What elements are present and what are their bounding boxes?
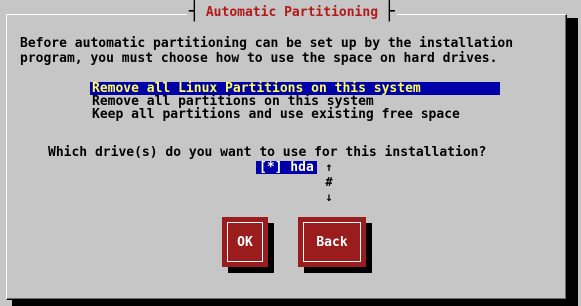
back-button[interactable]: Back — [298, 217, 366, 267]
option-keep-all-partitions[interactable]: Keep all partitions and use existing fre… — [90, 108, 500, 121]
scroll-up-arrow-icon[interactable]: ↑ — [324, 161, 334, 173]
partitioning-dialog: ┤ Automatic Partitioning ├ Before automa… — [0, 0, 581, 306]
scrollbar-thumb[interactable]: # — [324, 176, 334, 188]
title-left-bracket: ┤ — [189, 1, 200, 22]
partition-options-list[interactable]: Remove all Linux Partitions on this syst… — [90, 82, 500, 121]
ok-button-label: OK — [227, 222, 263, 262]
ok-button[interactable]: OK — [222, 217, 268, 267]
scroll-down-arrow-icon[interactable]: ↓ — [324, 191, 334, 203]
dialog-title: Automatic Partitioning — [205, 4, 379, 20]
dialog-shadow-right — [566, 18, 578, 306]
back-button-label: Back — [303, 222, 361, 262]
dialog-title-bar: ┤ Automatic Partitioning ├ — [187, 2, 397, 22]
drive-list[interactable]: [*] hda ↑ # ↓ — [256, 161, 333, 203]
intro-text: Before automatic partitioning can be set… — [20, 36, 514, 66]
drive-item-hda[interactable]: [*] hda — [256, 161, 317, 174]
drive-question: Which drive(s) do you want to use for th… — [48, 145, 487, 160]
title-right-bracket: ├ — [384, 1, 395, 22]
